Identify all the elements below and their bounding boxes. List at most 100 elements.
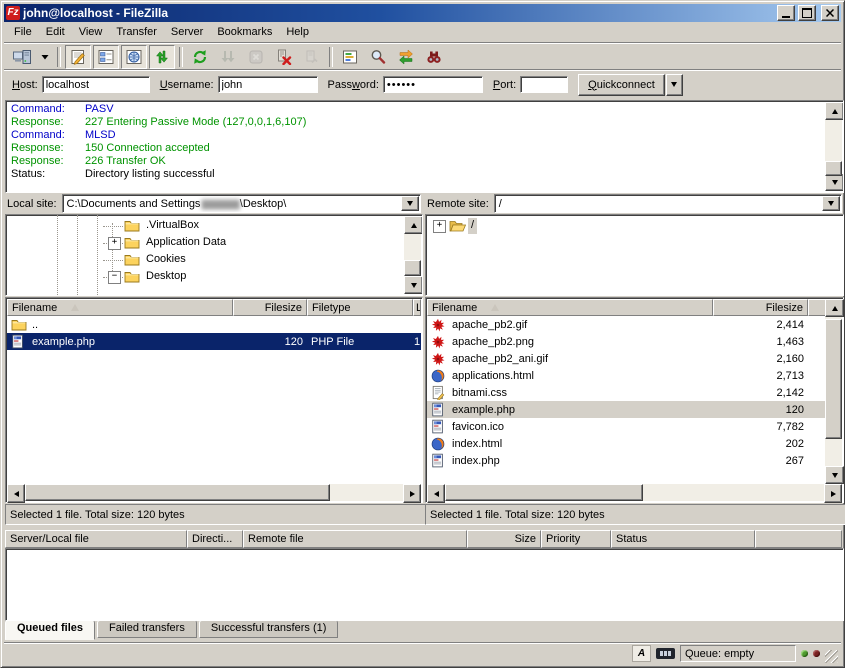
queue-column-filler (755, 530, 842, 548)
local-column-filesize[interactable]: Filesize (233, 299, 307, 316)
queue-column-priority[interactable]: Priority (541, 530, 611, 548)
local-tree-item-desktop[interactable]: −Desktop (7, 269, 403, 286)
local-tree-item-cookies[interactable]: Cookies (7, 252, 403, 269)
remote-file-row-favicon-ico[interactable]: favicon.ico7,782 (427, 418, 825, 435)
toggle-local-tree-button[interactable] (93, 45, 119, 69)
username-input[interactable] (218, 76, 318, 93)
remote-file-row-bitnami-css[interactable]: bitnami.css2,142 (427, 384, 825, 401)
local-file-list: FilenameFilesizeFiletypeL ..example.php1… (5, 297, 423, 503)
tab-queued-files[interactable]: Queued files (5, 620, 95, 640)
firefox-icon (431, 369, 448, 383)
queue-column-status[interactable]: Status (611, 530, 755, 548)
remote-path-dropdown[interactable] (822, 196, 840, 211)
menu-item-file[interactable]: File (7, 24, 39, 40)
maximize-button[interactable] (798, 5, 816, 21)
queue-column-size[interactable]: Size (467, 530, 541, 548)
log-line-2: Command:MLSD (7, 129, 824, 142)
directory-comparison-button[interactable] (365, 45, 391, 69)
local-tree-item-application-data[interactable]: +Application Data (7, 235, 403, 252)
folder-open-icon (449, 219, 466, 237)
scroll-up-button[interactable] (825, 299, 844, 317)
minimize-button[interactable] (777, 5, 795, 21)
remote-list-vscrollbar[interactable] (825, 299, 842, 484)
tree-toggle-plus-icon[interactable]: + (108, 237, 121, 250)
queue-column-remote-file[interactable]: Remote file (243, 530, 467, 548)
tree-toggle-minus-icon[interactable]: − (108, 271, 121, 284)
find-files-button[interactable] (421, 45, 447, 69)
tab-successful-transfers-1[interactable]: Successful transfers (1) (199, 620, 339, 638)
remote-file-row-apache-pb2-gif[interactable]: apache_pb2.gif2,414 (427, 316, 825, 333)
host-input[interactable] (42, 76, 150, 93)
filter-button[interactable] (337, 45, 363, 69)
scroll-track[interactable] (825, 120, 842, 173)
remote-column-filename[interactable]: Filename (427, 299, 713, 316)
toggle-transfer-queue-button[interactable] (149, 45, 175, 69)
scroll-track[interactable] (825, 317, 842, 466)
scroll-thumb[interactable] (825, 319, 842, 439)
local-path-dropdown[interactable] (401, 196, 419, 211)
scroll-up-button[interactable] (825, 102, 844, 120)
remote-column-filesize[interactable]: Filesize (713, 299, 808, 316)
scroll-thumb[interactable] (25, 484, 330, 501)
tab-failed-transfers[interactable]: Failed transfers (97, 620, 197, 638)
tree-toggle-plus-icon[interactable]: + (433, 220, 446, 233)
scroll-thumb[interactable] (445, 484, 643, 501)
local-column-filename[interactable]: Filename (7, 299, 233, 316)
remote-file-row-example-php[interactable]: example.php120 (427, 401, 825, 418)
menu-item-view[interactable]: View (72, 24, 110, 40)
remote-file-row-index-html[interactable]: index.html202 (427, 435, 825, 452)
disconnect-icon (276, 49, 292, 65)
scroll-up-button[interactable] (404, 216, 423, 234)
scroll-thumb[interactable] (825, 161, 842, 176)
scroll-down-button[interactable] (825, 466, 844, 484)
local-tree-item-virtualbox[interactable]: .VirtualBox (7, 218, 403, 235)
firefox-icon (431, 437, 448, 451)
menu-item-help[interactable]: Help (279, 24, 316, 40)
remote-path: / (499, 198, 502, 210)
scroll-thumb[interactable] (404, 260, 421, 276)
remote-file-row-apache-pb2-png[interactable]: apache_pb2.png1,463 (427, 333, 825, 350)
toggle-remote-tree-button[interactable] (121, 45, 147, 69)
menu-item-transfer[interactable]: Transfer (109, 24, 164, 40)
menu-item-edit[interactable]: Edit (39, 24, 72, 40)
remote-file-row-index-php[interactable]: index.php267 (427, 452, 825, 469)
remote-path-combo[interactable]: / (494, 194, 842, 213)
resize-grip[interactable] (825, 650, 838, 663)
synchronized-browsing-button[interactable] (393, 45, 419, 69)
scroll-left-button[interactable] (7, 484, 25, 503)
quickconnect-dropdown[interactable] (666, 74, 683, 96)
scroll-track[interactable] (445, 484, 824, 501)
close-button[interactable] (821, 5, 839, 21)
remote-file-row-applications-html[interactable]: applications.html2,713 (427, 367, 825, 384)
password-input[interactable] (383, 76, 483, 93)
toggle-message-log-button[interactable] (65, 45, 91, 69)
scroll-track[interactable] (25, 484, 403, 501)
local-list-hscrollbar[interactable] (7, 484, 421, 501)
queue-column-server-local-file[interactable]: Server/Local file (5, 530, 187, 548)
queue-column-directi[interactable]: Directi... (187, 530, 243, 548)
remote-list-hscrollbar[interactable] (427, 484, 842, 501)
local-file-row-item[interactable]: .. (7, 316, 421, 333)
scroll-right-button[interactable] (824, 484, 842, 503)
remote-file-row-apache-pb2-ani-gif[interactable]: apache_pb2_ani.gif2,160 (427, 350, 825, 367)
log-line-3: Response:150 Connection accepted (7, 142, 824, 155)
menu-item-server[interactable]: Server (164, 24, 210, 40)
scroll-track[interactable] (404, 234, 421, 276)
local-column-l[interactable]: L (413, 299, 421, 316)
site-manager-dropdown[interactable] (37, 45, 53, 69)
message-log-scrollbar[interactable] (825, 102, 842, 191)
quickconnect-button[interactable]: Quickconnect (578, 74, 665, 96)
port-input[interactable] (520, 76, 568, 93)
local-column-filetype[interactable]: Filetype (307, 299, 413, 316)
scroll-left-button[interactable] (427, 484, 445, 503)
menu-item-bookmarks[interactable]: Bookmarks (210, 24, 279, 40)
local-path-combo[interactable]: C:\Documents and Settings████████\Deskto… (62, 194, 421, 213)
local-file-row-example-php[interactable]: example.php120PHP File1 (7, 333, 421, 350)
local-tree-scrollbar[interactable] (404, 216, 421, 294)
refresh-button[interactable] (187, 45, 213, 69)
site-manager-button[interactable] (9, 45, 35, 69)
scroll-right-button[interactable] (403, 484, 421, 503)
scroll-down-button[interactable] (404, 276, 423, 294)
disconnect-button[interactable] (271, 45, 297, 69)
remote-tree-item-item[interactable]: +/ (427, 218, 842, 235)
